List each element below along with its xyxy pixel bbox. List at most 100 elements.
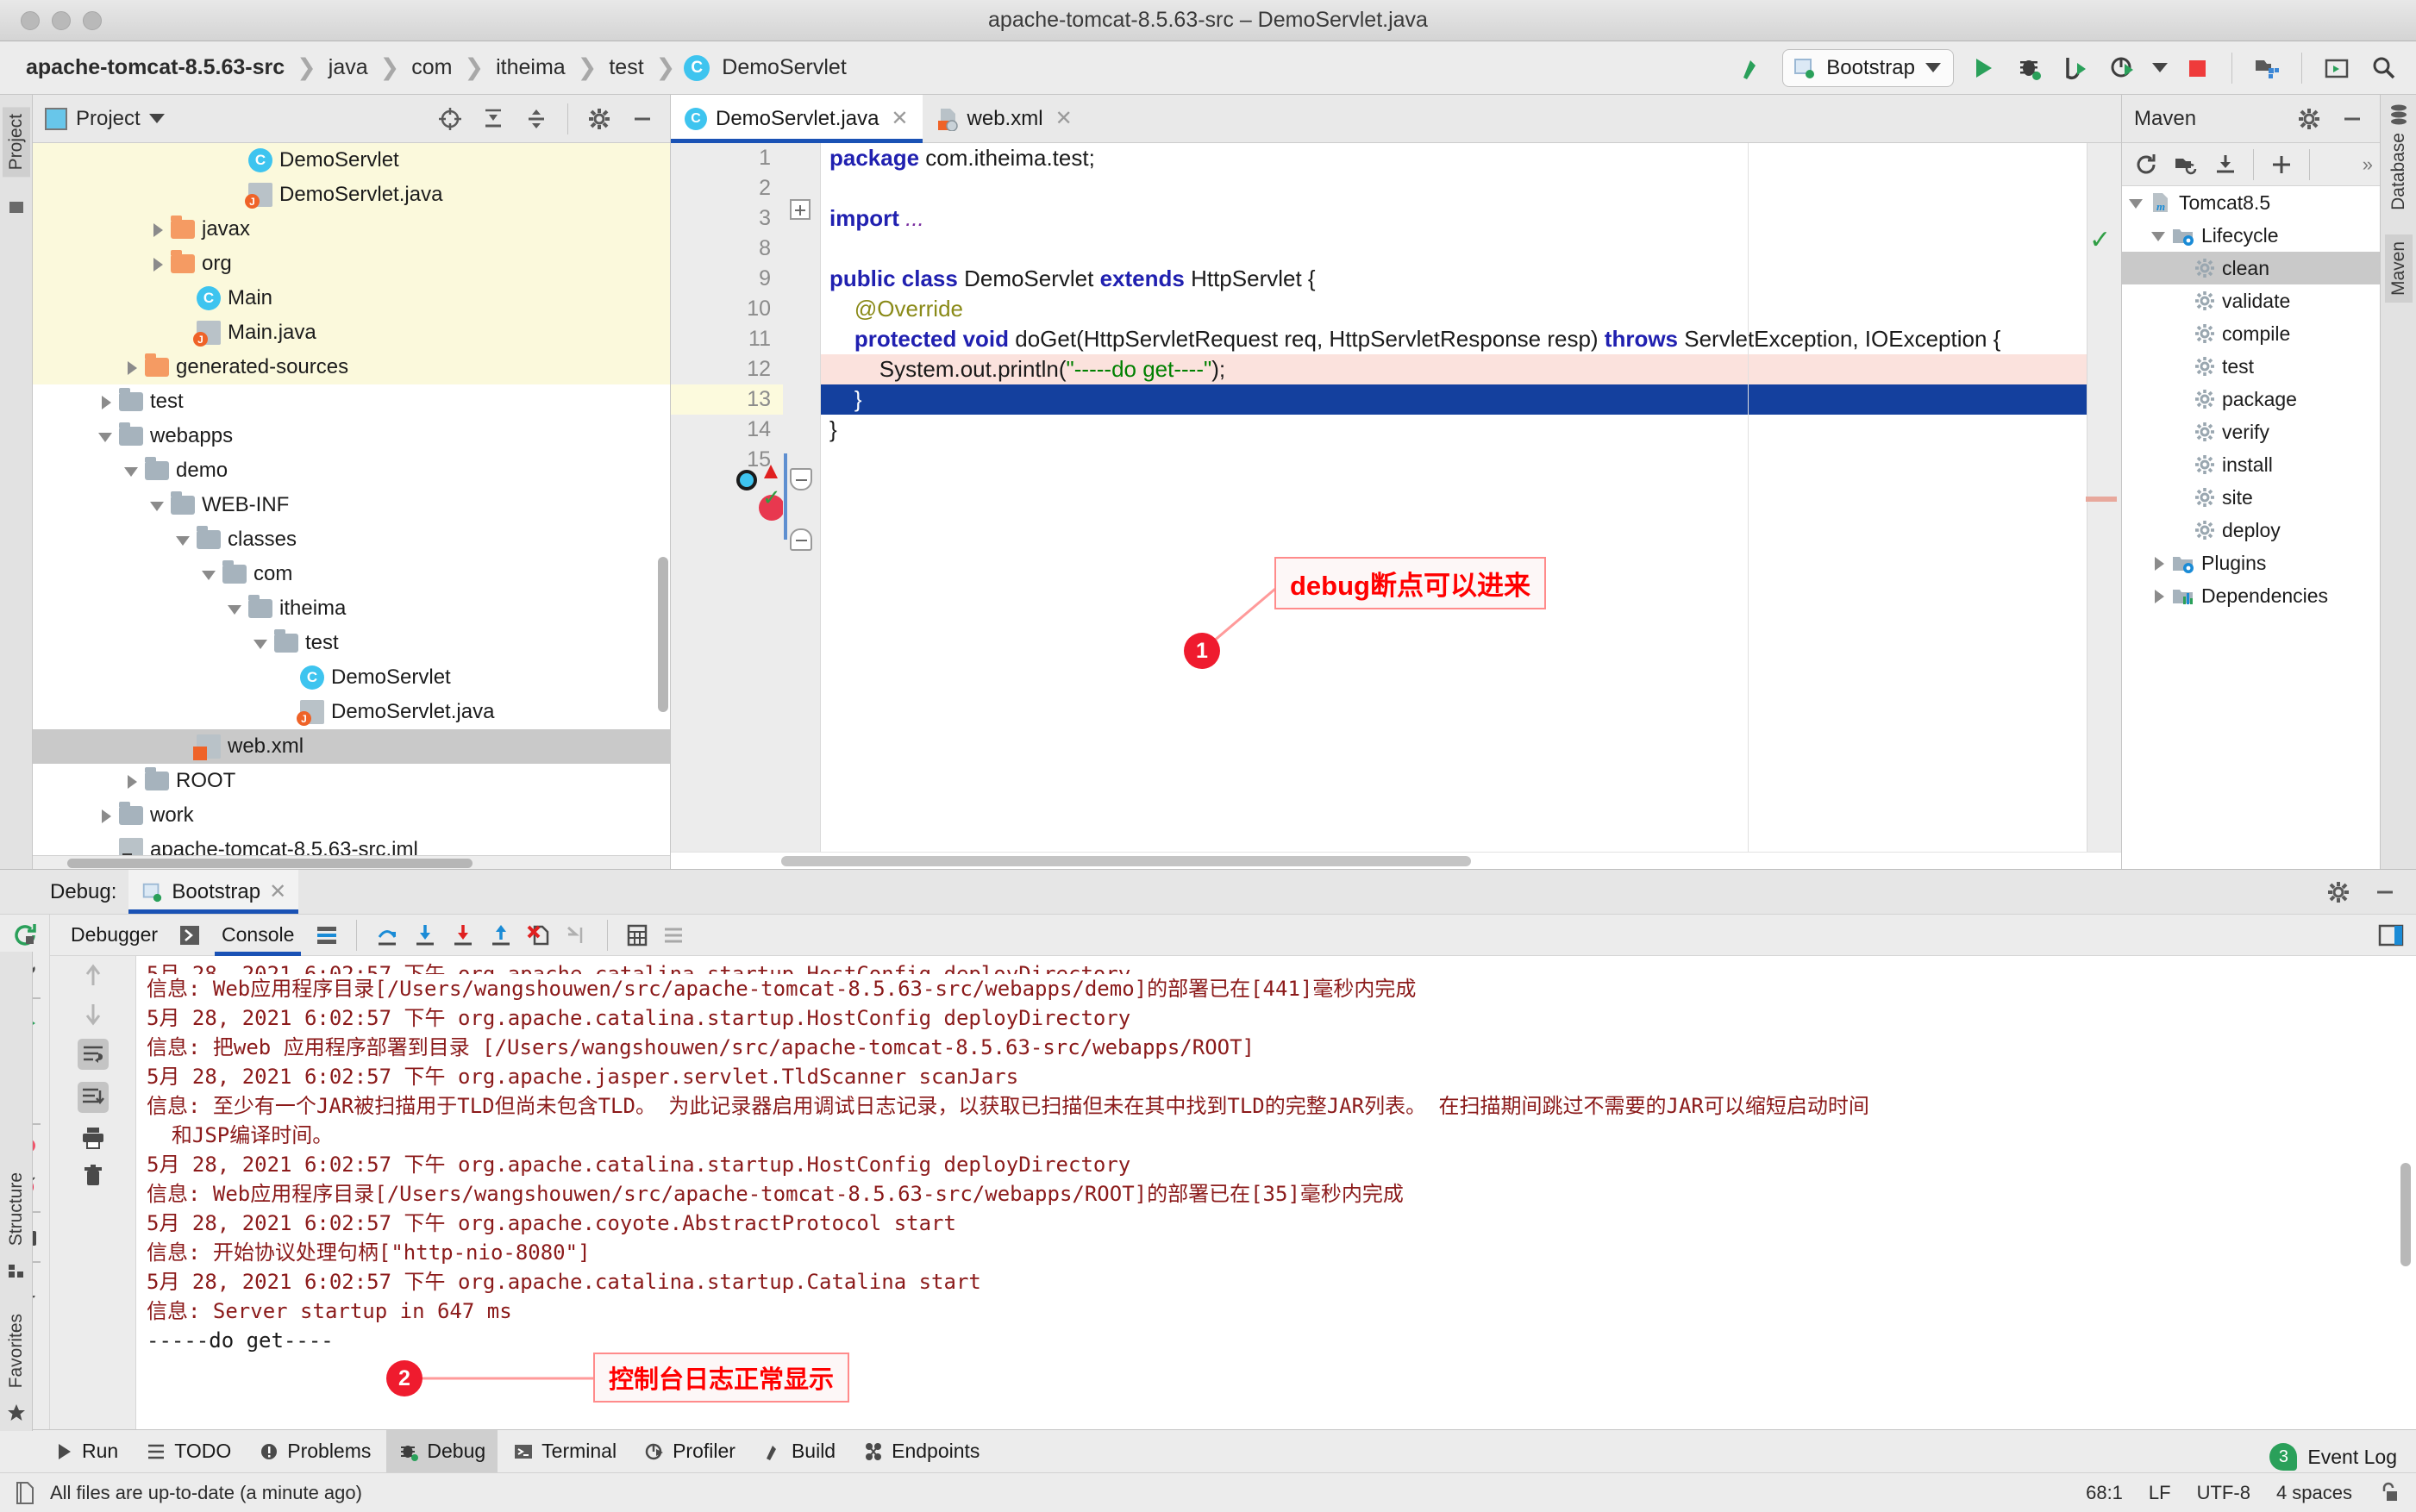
breadcrumb-item-test[interactable]: test [605, 55, 647, 80]
line-number[interactable]: 9 [671, 264, 783, 294]
terminal-icon[interactable] [2319, 51, 2354, 85]
file-encoding[interactable]: UTF-8 [2197, 1482, 2250, 1504]
close-button[interactable] [21, 11, 40, 30]
maven-tree-row[interactable]: site [2122, 481, 2380, 514]
tool-window-tab-debug[interactable]: Debug [386, 1430, 498, 1472]
expand-all-icon[interactable] [476, 102, 510, 136]
sidebar-tab-favorites[interactable]: Favorites [3, 1307, 30, 1395]
project-tree-row[interactable]: demo [33, 453, 670, 488]
code-line[interactable]: protected void doGet(HttpServletRequest … [821, 324, 2087, 354]
download-sources-icon[interactable] [2208, 147, 2243, 182]
line-number[interactable]: 14 [671, 415, 783, 445]
rerun-icon[interactable] [11, 922, 39, 949]
project-tree-row[interactable]: itheima [33, 591, 670, 626]
editor-fold-column[interactable] [783, 143, 821, 852]
tree-toggle-right-icon[interactable] [148, 254, 167, 273]
line-number[interactable]: 2 [671, 173, 783, 203]
project-tree-row[interactable]: ROOT [33, 764, 670, 798]
tree-toggle-right-icon[interactable] [122, 772, 141, 790]
debug-icon[interactable] [2012, 51, 2047, 85]
tree-toggle-down-icon[interactable] [97, 427, 116, 446]
structure-grid-icon[interactable] [7, 1262, 26, 1281]
code-line[interactable]: package com.itheima.test; [821, 143, 2087, 173]
line-separator[interactable]: LF [2149, 1482, 2171, 1504]
breadcrumb-item-java[interactable]: java [325, 55, 372, 80]
maven-tree-row[interactable]: Lifecycle [2122, 219, 2380, 252]
line-number[interactable]: 3 [671, 203, 783, 234]
force-step-into-icon[interactable] [450, 922, 476, 948]
tree-toggle-down-icon[interactable] [174, 530, 193, 549]
database-rail-icon[interactable] [2388, 103, 2409, 126]
step-out-icon[interactable] [488, 922, 514, 948]
line-number[interactable]: 11 [671, 324, 783, 354]
project-tree-row[interactable]: CDemoServlet [33, 660, 670, 695]
tab-console[interactable]: Console [213, 921, 303, 949]
run-with-coverage-icon[interactable] [2059, 51, 2094, 85]
tree-toggle-right-icon[interactable] [2150, 553, 2169, 572]
tree-toggle-down-icon[interactable] [2150, 226, 2169, 245]
evaluate-icon[interactable] [625, 923, 649, 947]
line-number[interactable]: 8 [671, 234, 783, 264]
console-layout-icon[interactable] [2378, 923, 2404, 947]
project-view-chevron-down-icon[interactable] [149, 114, 165, 123]
project-tree-row[interactable]: apache-tomcat-8.5.63-src.iml [33, 833, 670, 855]
line-number[interactable]: 1 [671, 143, 783, 173]
step-over-icon[interactable] [374, 922, 400, 948]
tool-window-tab-profiler[interactable]: Profiler [632, 1430, 748, 1472]
gear-icon[interactable] [2292, 102, 2326, 136]
tree-toggle-down-icon[interactable] [252, 634, 271, 653]
editor-horizontal-scrollbar[interactable] [671, 852, 2121, 869]
print-icon[interactable] [80, 1125, 106, 1151]
tool-window-tab-endpoints[interactable]: Endpoints [851, 1430, 992, 1472]
add-maven-project-icon[interactable] [2169, 147, 2203, 182]
minimize-icon[interactable] [2368, 875, 2402, 909]
lock-icon[interactable] [2378, 1482, 2399, 1504]
project-tree-row[interactable]: WEB-INF [33, 488, 670, 522]
project-tree-row[interactable]: work [33, 798, 670, 833]
project-vertical-scrollbar[interactable] [658, 557, 668, 712]
tree-toggle-down-icon[interactable] [148, 496, 167, 515]
debug-session-tab[interactable]: Bootstrap ✕ [128, 870, 298, 914]
maven-tree-row[interactable]: test [2122, 350, 2380, 383]
tool-window-tab-todo[interactable]: TODO [134, 1430, 243, 1472]
code-line[interactable]: System.out.println("-----do get----"); [821, 354, 2087, 384]
locate-icon[interactable] [433, 102, 467, 136]
more-icon[interactable]: » [2363, 153, 2373, 176]
maven-tree-row[interactable]: package [2122, 383, 2380, 415]
project-tree-row[interactable]: com [33, 557, 670, 591]
maven-tree-row[interactable]: verify [2122, 415, 2380, 448]
inspection-ok-icon[interactable]: ✓ [2089, 225, 2111, 255]
project-tree-row[interactable]: DemoServlet.java [33, 695, 670, 729]
sidebar-tab-maven[interactable]: Maven [2385, 234, 2413, 303]
close-icon[interactable]: ✕ [891, 106, 908, 131]
soft-wrap-icon[interactable] [78, 1039, 109, 1070]
maven-goal-tree[interactable]: mTomcat8.5Lifecyclecleanvalidatecompilet… [2122, 186, 2380, 869]
tree-toggle-down-icon[interactable] [2127, 193, 2146, 212]
indent-setting[interactable]: 4 spaces [2276, 1482, 2352, 1504]
project-tree-row[interactable]: webapps [33, 419, 670, 453]
project-horizontal-scrollbar[interactable] [33, 855, 670, 869]
tree-toggle-down-icon[interactable] [122, 461, 141, 480]
tool-window-tab-terminal[interactable]: Terminal [501, 1430, 629, 1472]
gear-icon[interactable] [582, 102, 617, 136]
scroll-up-icon[interactable] [80, 963, 106, 989]
reload-icon[interactable] [2129, 147, 2163, 182]
maven-tree-row[interactable]: deploy [2122, 514, 2380, 547]
project-tree-row[interactable]: test [33, 626, 670, 660]
tool-window-tab-problems[interactable]: Problems [247, 1430, 383, 1472]
project-tree-row[interactable]: CDemoServlet [33, 143, 670, 178]
console-output[interactable]: 2 控制台日志正常显示 5月 28, 2021 6:02:57 下午 org.a… [136, 956, 2416, 1429]
minimize-icon[interactable] [625, 102, 660, 136]
run-configuration-selector[interactable]: Bootstrap [1782, 49, 1954, 87]
search-everywhere-icon[interactable] [2366, 51, 2400, 85]
close-icon[interactable]: ✕ [1055, 106, 1073, 131]
code-line[interactable]: } [821, 384, 2087, 415]
maven-tree-row[interactable]: Plugins [2122, 547, 2380, 579]
event-log-button[interactable]: 3 Event Log [2269, 1443, 2397, 1471]
project-tree-row[interactable]: web.xml [33, 729, 670, 764]
tree-toggle-right-icon[interactable] [97, 392, 116, 411]
warning-marker[interactable] [2086, 497, 2117, 502]
project-tree-row[interactable]: classes [33, 522, 670, 557]
code-content[interactable]: package com.itheima.test; import ... pub… [821, 143, 2087, 852]
structure-rail-icon[interactable] [7, 197, 26, 216]
